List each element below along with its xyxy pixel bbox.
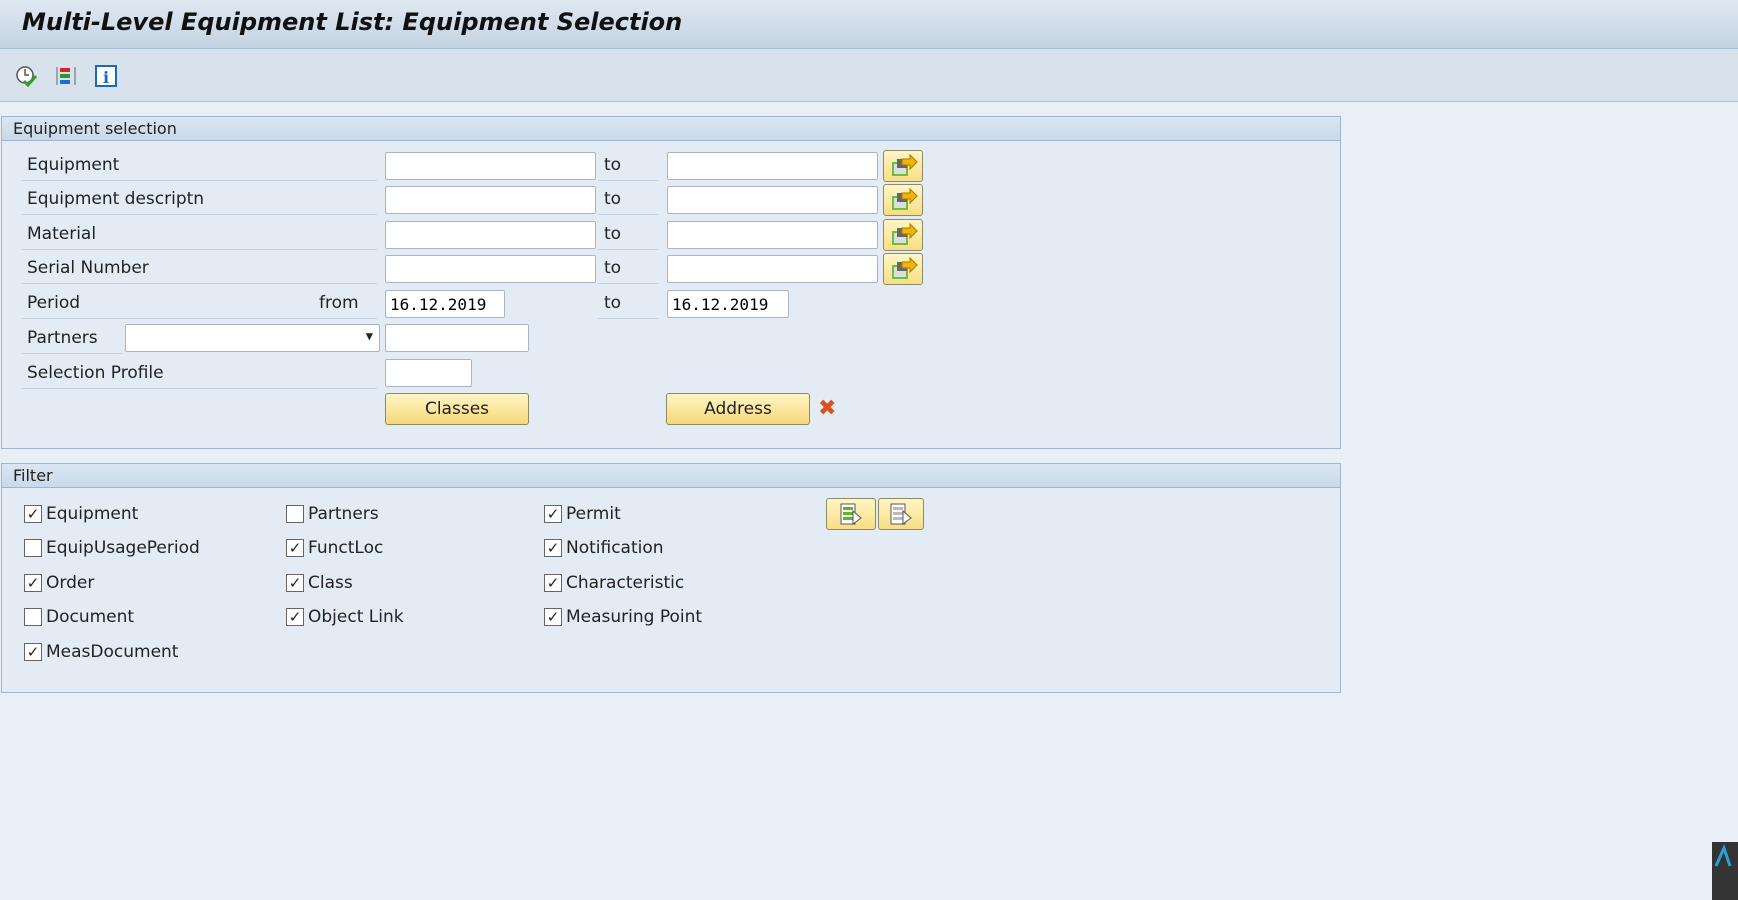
selection-from-input[interactable] <box>385 186 596 215</box>
multiple-selection-button[interactable] <box>883 253 923 286</box>
partner-role-dropdown[interactable]: ▼ <box>125 324 380 352</box>
filter-checkbox-label: Document <box>46 607 135 628</box>
checkbox-box[interactable]: ✓ <box>24 573 42 592</box>
filter-checkbox[interactable]: ✓ FunctLoc <box>286 536 383 560</box>
filter-checkbox-label: EquipUsagePeriod <box>46 538 200 559</box>
chevron-down-icon[interactable]: ▼ <box>366 329 373 343</box>
application-toolbar: i <box>0 49 1738 102</box>
period-to-input[interactable] <box>667 290 789 318</box>
classes-button[interactable]: Classes <box>385 393 529 425</box>
to-label: to <box>598 289 658 319</box>
selection-profile-input[interactable] <box>385 359 472 387</box>
period-from-input[interactable] <box>385 290 505 318</box>
selection-to-input[interactable] <box>667 220 878 249</box>
selection-from-input[interactable] <box>385 152 596 180</box>
filter-checkbox-label: Permit <box>566 504 621 524</box>
selection-row-label: Equipment <box>22 151 377 181</box>
filter-checkbox[interactable]: ✓ Measuring Point <box>544 605 702 629</box>
checkbox-box[interactable] <box>286 505 304 523</box>
selection-row-label: Serial Number <box>22 254 377 285</box>
multiple-selection-icon <box>892 256 918 280</box>
filter-checkbox[interactable]: ✓ MeasDocument <box>24 640 178 664</box>
selection-profile-label: Selection Profile <box>22 359 377 389</box>
checkbox-box[interactable]: ✓ <box>544 608 562 627</box>
deselect-all-icon <box>890 503 912 525</box>
filter-checkbox[interactable]: ✓ Characteristic <box>544 571 684 595</box>
filter-checkbox-label: Notification <box>566 538 664 559</box>
multiple-selection-button[interactable] <box>883 218 923 251</box>
to-label: to <box>598 254 658 285</box>
delete-address-icon[interactable]: ✖ <box>818 396 836 421</box>
selection-row-label: Equipment descriptn <box>22 185 377 216</box>
app-logo-icon <box>1712 842 1738 900</box>
filter-checkbox-label: MeasDocument <box>46 641 179 662</box>
panel-header: Equipment selection <box>2 117 1340 141</box>
filter-checkbox-label: Measuring Point <box>566 607 703 628</box>
from-label: from <box>317 289 377 319</box>
to-label: to <box>598 185 658 216</box>
multiple-selection-button[interactable] <box>883 184 923 217</box>
checkbox-box[interactable] <box>24 608 42 627</box>
selection-from-input[interactable] <box>385 255 596 284</box>
selection-to-input[interactable] <box>667 255 878 284</box>
deselect-all-button[interactable] <box>878 498 924 530</box>
selection-to-input[interactable] <box>667 186 878 215</box>
svg-text:i: i <box>103 68 109 87</box>
filter-checkbox-label: Order <box>46 572 95 593</box>
page-title: Multi-Level Equipment List: Equipment Se… <box>22 8 683 36</box>
filter-checkbox[interactable]: ✓ Order <box>24 571 94 595</box>
select-all-button[interactable] <box>826 498 876 530</box>
period-label: Period <box>22 289 317 319</box>
title-bar: Multi-Level Equipment List: Equipment Se… <box>0 0 1738 49</box>
address-button[interactable]: Address <box>666 393 810 425</box>
panel-header: Filter <box>2 464 1340 488</box>
info-icon[interactable]: i <box>93 63 119 89</box>
filter-checkbox[interactable]: EquipUsagePeriod <box>24 536 200 560</box>
filter-checkbox-label: Object Link <box>308 607 404 628</box>
checkbox-box[interactable]: ✓ <box>24 505 42 523</box>
checkbox-box[interactable] <box>24 539 42 558</box>
filter-checkbox[interactable]: ✓ Permit <box>544 502 621 526</box>
filter-checkbox[interactable]: ✓ Class <box>286 571 353 595</box>
multiple-selection-icon <box>892 188 918 211</box>
checkbox-box[interactable]: ✓ <box>544 505 562 523</box>
filter-checkbox[interactable]: Document <box>24 605 134 629</box>
select-all-icon <box>840 503 862 525</box>
checkbox-box[interactable]: ✓ <box>544 573 562 592</box>
selection-options-icon[interactable] <box>53 63 79 89</box>
checkbox-box[interactable]: ✓ <box>286 608 304 627</box>
filter-checkbox-label: Partners <box>308 504 379 524</box>
to-label: to <box>598 151 658 181</box>
multiple-selection-button[interactable] <box>883 150 923 182</box>
multiple-selection-icon <box>892 222 918 245</box>
to-label: to <box>598 220 658 250</box>
filter-checkbox-label: Characteristic <box>566 572 685 593</box>
checkbox-box[interactable]: ✓ <box>286 539 304 558</box>
checkbox-box[interactable]: ✓ <box>544 539 562 558</box>
partner-input[interactable] <box>385 324 529 352</box>
selection-row-label: Material <box>22 220 377 250</box>
checkbox-box[interactable]: ✓ <box>286 573 304 592</box>
filter-checkbox-label: Class <box>308 572 353 593</box>
filter-checkbox[interactable]: ✓ Object Link <box>286 605 404 629</box>
execute-icon[interactable] <box>13 63 39 89</box>
filter-checkbox[interactable]: ✓ Notification <box>544 536 664 560</box>
filter-checkbox[interactable]: Partners <box>286 502 379 526</box>
partners-label: Partners <box>22 324 122 354</box>
filter-checkbox[interactable]: ✓ Equipment <box>24 502 138 526</box>
filter-checkbox-label: FunctLoc <box>308 538 384 559</box>
filter-checkbox-label: Equipment <box>46 504 139 524</box>
selection-from-input[interactable] <box>385 220 596 249</box>
checkbox-box[interactable]: ✓ <box>24 642 42 661</box>
multiple-selection-icon <box>892 153 918 176</box>
selection-to-input[interactable] <box>667 152 878 180</box>
